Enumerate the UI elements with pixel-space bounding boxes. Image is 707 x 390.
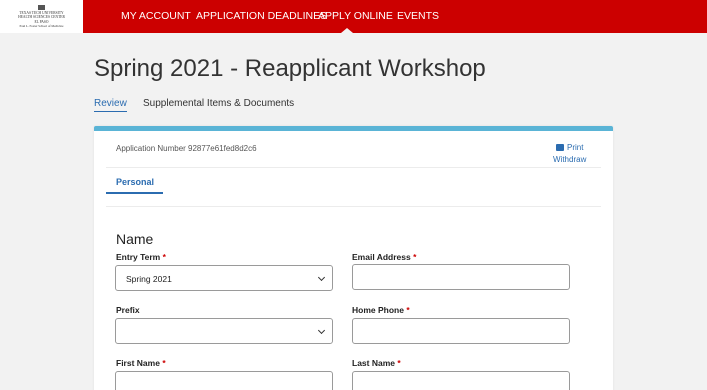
label-text: Prefix — [116, 305, 140, 315]
print-button[interactable]: Print — [556, 143, 583, 152]
application-card: Application Number 92877e61fed8d2c6 Prin… — [94, 126, 613, 390]
email-field[interactable] — [352, 264, 570, 290]
label-text: First Name — [116, 358, 160, 368]
tab-personal[interactable]: Personal — [116, 177, 154, 187]
active-nav-indicator — [341, 28, 353, 33]
label-text: Last Name — [352, 358, 395, 368]
prefix-select[interactable] — [115, 318, 333, 344]
required-marker: * — [162, 252, 166, 262]
logo-line: Paul L. Foster School of Medicine — [19, 23, 64, 28]
label-text: Home Phone — [352, 305, 404, 315]
home-phone-field[interactable] — [352, 318, 570, 344]
email-label: Email Address * — [352, 252, 416, 262]
divider — [106, 167, 601, 168]
chevron-down-icon — [317, 326, 326, 335]
university-logo[interactable]: TEXAS TECH UNIVERSITY HEALTH SCIENCES CE… — [0, 0, 83, 33]
required-marker: * — [397, 358, 401, 368]
tab-supplemental-items[interactable]: Supplemental Items & Documents — [143, 98, 294, 109]
nav-apply-online[interactable]: APPLY ONLINE — [318, 9, 393, 23]
required-marker: * — [162, 358, 166, 368]
entry-term-value: Spring 2021 — [126, 274, 172, 284]
required-marker: * — [406, 305, 410, 315]
section-title: Name — [116, 231, 154, 247]
application-number: Application Number 92877e61fed8d2c6 — [116, 144, 257, 153]
home-phone-label: Home Phone * — [352, 305, 410, 315]
first-name-label: First Name * — [116, 358, 166, 368]
label-text: Entry Term — [116, 252, 161, 262]
required-marker: * — [413, 252, 417, 262]
print-label: Print — [567, 143, 584, 152]
nav-application-deadlines[interactable]: APPLICATION DEADLINES — [196, 9, 327, 23]
seal-icon — [38, 5, 45, 11]
entry-term-label: Entry Term * — [116, 252, 166, 262]
last-name-field[interactable] — [352, 371, 570, 390]
chevron-down-icon — [317, 273, 326, 282]
prefix-label: Prefix — [116, 305, 140, 315]
divider — [106, 206, 601, 207]
active-tab-underline — [106, 192, 163, 194]
nav-events[interactable]: EVENTS — [397, 9, 439, 23]
first-name-field[interactable] — [115, 371, 333, 390]
tab-review[interactable]: Review — [94, 98, 127, 112]
last-name-label: Last Name * — [352, 358, 401, 368]
nav-my-account[interactable]: MY ACCOUNT — [121, 9, 191, 23]
page-title: Spring 2021 - Reapplicant Workshop — [94, 55, 486, 82]
printer-icon — [556, 144, 564, 151]
entry-term-select[interactable]: Spring 2021 — [115, 265, 333, 291]
label-text: Email Address — [352, 252, 411, 262]
top-navigation-bar: TEXAS TECH UNIVERSITY HEALTH SCIENCES CE… — [0, 0, 707, 33]
withdraw-link[interactable]: Withdraw — [553, 155, 586, 164]
